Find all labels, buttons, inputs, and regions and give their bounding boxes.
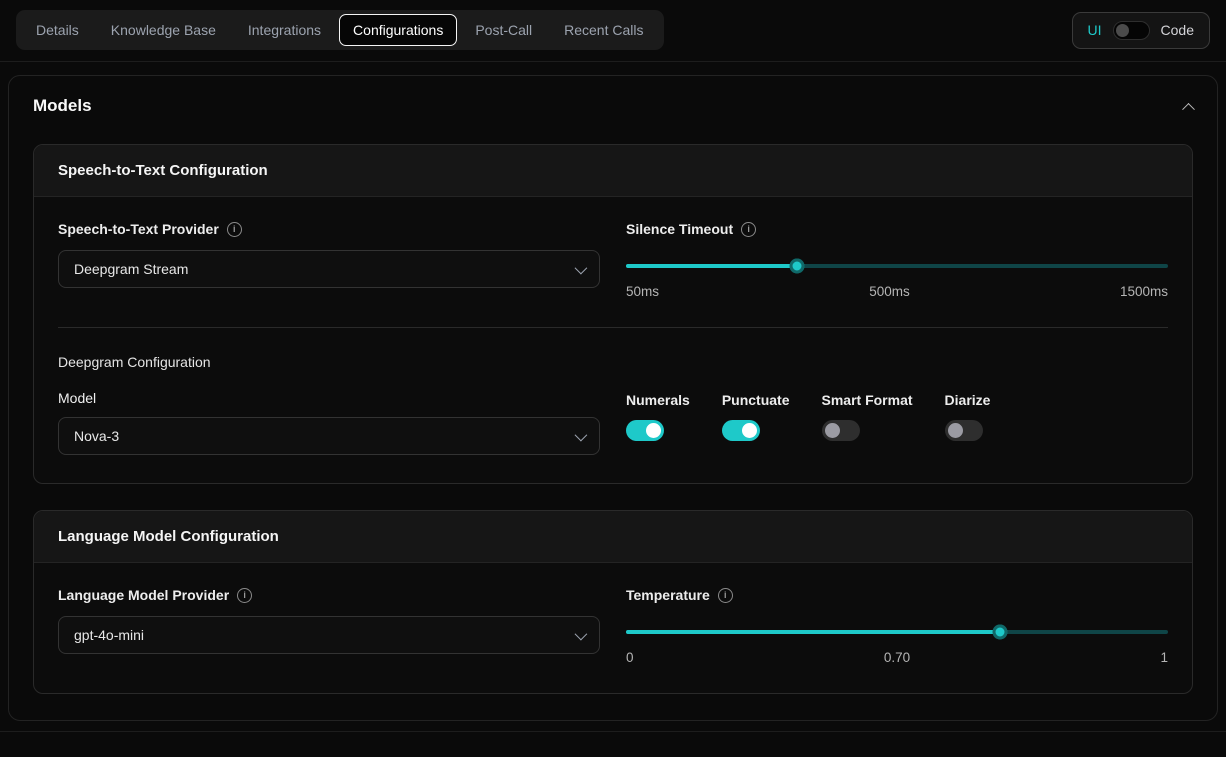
tab-integrations[interactable]: Integrations <box>234 14 335 46</box>
bottom-divider <box>0 731 1226 732</box>
switch-knob <box>742 423 757 438</box>
silence-timeout-slider[interactable] <box>626 259 1168 273</box>
stt-card-body: Speech-to-Text Provider Deepgram Stream … <box>34 197 1192 483</box>
slider-thumb[interactable] <box>992 625 1007 640</box>
punctuate-toggle-group: Punctuate <box>722 392 790 441</box>
llm-card: Language Model Configuration Language Mo… <box>33 510 1193 694</box>
temperature-slider[interactable] <box>626 625 1168 639</box>
chevron-down-icon <box>575 627 588 640</box>
llm-provider-select[interactable]: gpt-4o-mini <box>58 616 600 654</box>
cards-container: Speech-to-Text Configuration Speech-to-T… <box>33 144 1193 694</box>
models-section-header: Models <box>33 96 1193 116</box>
llm-card-body: Language Model Provider gpt-4o-mini Temp… <box>34 563 1192 693</box>
tab-details[interactable]: Details <box>22 14 93 46</box>
temperature-field: Temperature <box>626 587 1168 665</box>
punctuate-toggle[interactable] <box>722 420 760 441</box>
model-label: Model <box>58 390 600 406</box>
tab-knowledge-base[interactable]: Knowledge Base <box>97 14 230 46</box>
stt-provider-field: Speech-to-Text Provider Deepgram Stream <box>58 221 600 299</box>
temperature-scale: 0 0.70 1 <box>626 650 1168 665</box>
numerals-toggle[interactable] <box>626 420 664 441</box>
info-icon[interactable] <box>237 588 252 603</box>
deepgram-toggles: Numerals Punctuate Smart Format <box>626 390 1168 455</box>
smart-format-label: Smart Format <box>822 392 913 408</box>
scale-mid: 0.70 <box>884 650 910 665</box>
scale-mid: 500ms <box>869 284 910 299</box>
info-icon[interactable] <box>227 222 242 237</box>
stt-card-title: Speech-to-Text Configuration <box>34 145 1192 197</box>
switch-knob <box>646 423 661 438</box>
top-bar: Details Knowledge Base Integrations Conf… <box>0 0 1226 62</box>
smart-format-toggle[interactable] <box>822 420 860 441</box>
smart-format-toggle-group: Smart Format <box>822 392 913 441</box>
llm-provider-field: Language Model Provider gpt-4o-mini <box>58 587 600 665</box>
info-icon[interactable] <box>741 222 756 237</box>
deepgram-model-value: Nova-3 <box>74 428 119 444</box>
diarize-label: Diarize <box>945 392 991 408</box>
deepgram-model-field: Model Nova-3 <box>58 390 600 455</box>
silence-timeout-field: Silence Timeout <box>626 221 1168 299</box>
scale-max: 1500ms <box>1120 284 1168 299</box>
llm-provider-label: Language Model Provider <box>58 587 229 603</box>
collapse-chevron-up-icon[interactable] <box>1182 102 1195 115</box>
tab-post-call[interactable]: Post-Call <box>461 14 546 46</box>
switch-knob <box>825 423 840 438</box>
info-icon[interactable] <box>718 588 733 603</box>
stt-provider-value: Deepgram Stream <box>74 261 188 277</box>
numerals-label: Numerals <box>626 392 690 408</box>
tab-strip: Details Knowledge Base Integrations Conf… <box>16 10 664 50</box>
silence-timeout-scale: 50ms 500ms 1500ms <box>626 284 1168 299</box>
slider-thumb[interactable] <box>789 259 804 274</box>
slider-fill <box>626 264 797 268</box>
silence-timeout-label: Silence Timeout <box>626 221 733 237</box>
diarize-toggle-group: Diarize <box>945 392 991 441</box>
divider <box>58 327 1168 328</box>
chevron-down-icon <box>575 261 588 274</box>
stt-provider-select[interactable]: Deepgram Stream <box>58 250 600 288</box>
switch-knob <box>1116 24 1129 37</box>
punctuate-label: Punctuate <box>722 392 790 408</box>
deepgram-config-title: Deepgram Configuration <box>58 354 1168 370</box>
diarize-toggle[interactable] <box>945 420 983 441</box>
slider-fill <box>626 630 1000 634</box>
code-mode-label[interactable]: Code <box>1161 22 1194 38</box>
ui-mode-label[interactable]: UI <box>1088 22 1102 38</box>
page: Details Knowledge Base Integrations Conf… <box>0 0 1226 757</box>
scale-max: 1 <box>1160 650 1168 665</box>
stt-card: Speech-to-Text Configuration Speech-to-T… <box>33 144 1193 484</box>
slider-track <box>626 264 1168 268</box>
tab-recent-calls[interactable]: Recent Calls <box>550 14 657 46</box>
ui-code-toggle-group: UI Code <box>1072 12 1210 49</box>
models-title: Models <box>33 96 92 116</box>
scale-min: 50ms <box>626 284 659 299</box>
numerals-toggle-group: Numerals <box>626 392 690 441</box>
tab-configurations[interactable]: Configurations <box>339 14 457 46</box>
llm-card-title: Language Model Configuration <box>34 511 1192 563</box>
temperature-label: Temperature <box>626 587 710 603</box>
switch-knob <box>948 423 963 438</box>
chevron-down-icon <box>575 428 588 441</box>
models-section: Models Speech-to-Text Configuration Spee… <box>8 75 1218 721</box>
deepgram-model-select[interactable]: Nova-3 <box>58 417 600 455</box>
stt-provider-label: Speech-to-Text Provider <box>58 221 219 237</box>
ui-code-switch[interactable] <box>1113 21 1150 40</box>
slider-track <box>626 630 1168 634</box>
scale-min: 0 <box>626 650 634 665</box>
llm-provider-value: gpt-4o-mini <box>74 627 144 643</box>
